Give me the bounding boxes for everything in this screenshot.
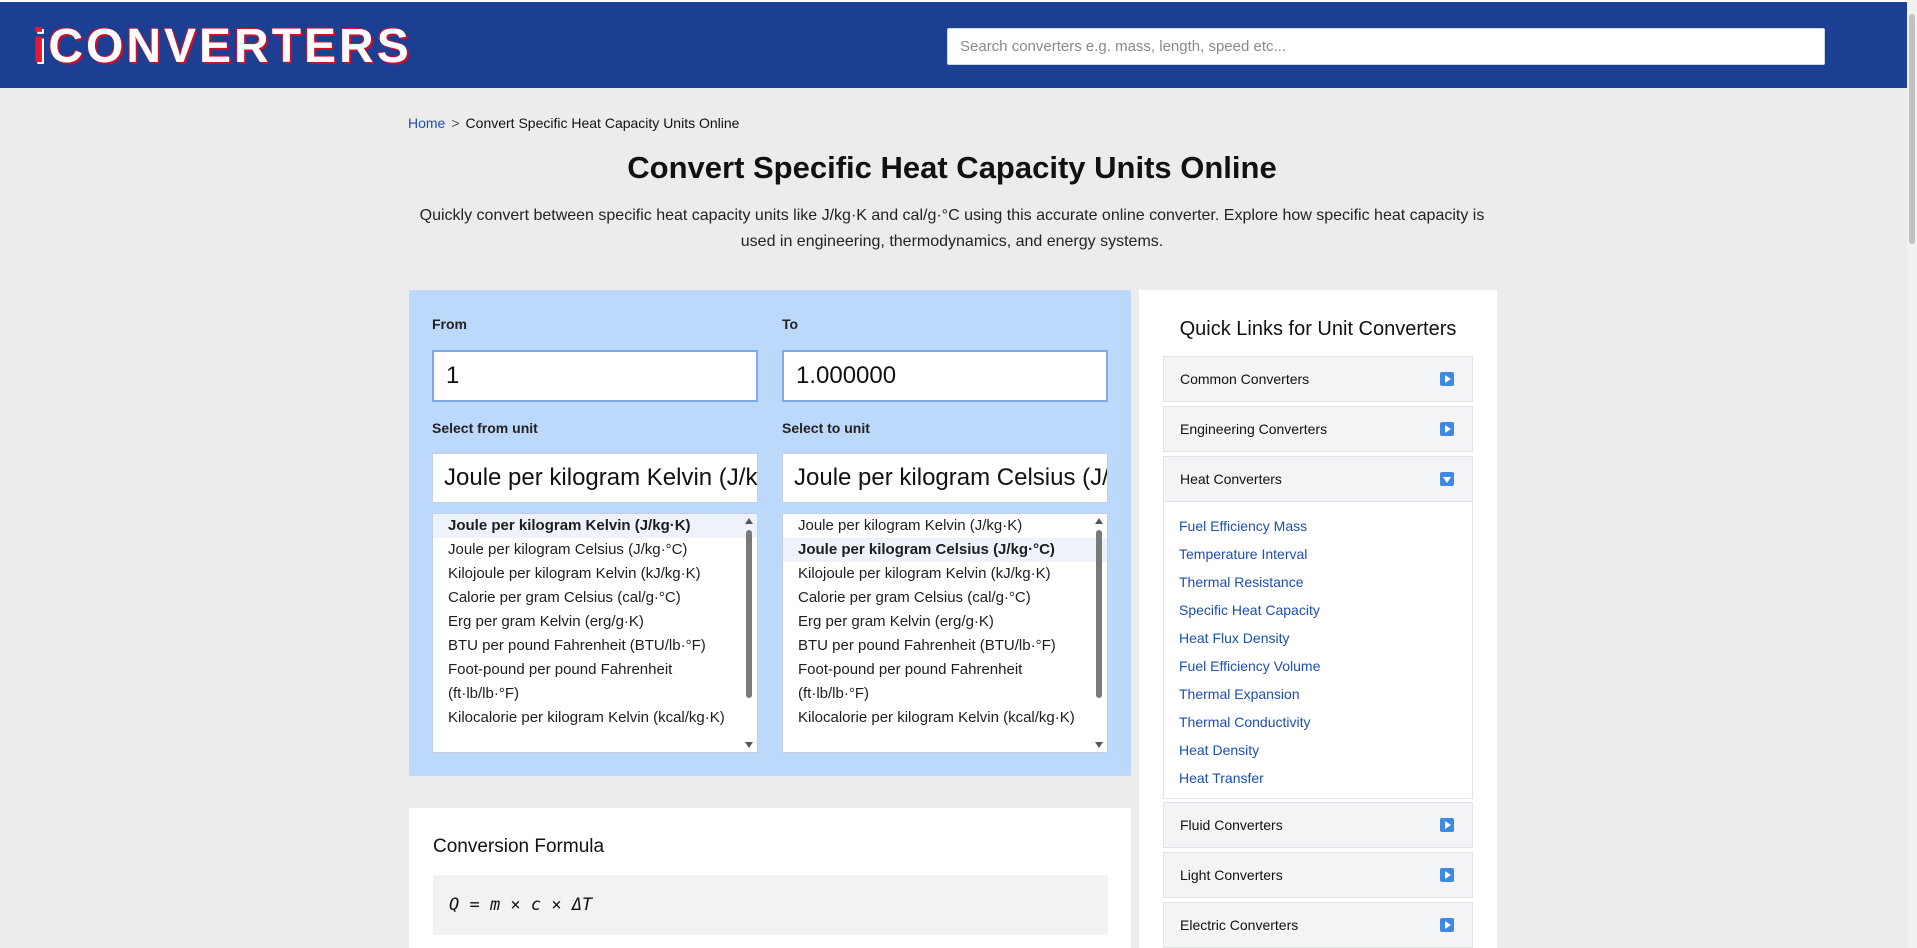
scroll-down-arrow-icon[interactable] <box>745 742 753 748</box>
to-list-scrollbar[interactable] <box>1093 516 1105 750</box>
from-list-scrollbar[interactable] <box>743 516 755 750</box>
expand-down-arrow-icon[interactable] <box>1440 472 1454 486</box>
to-unit-option[interactable]: Joule per kilogram Kelvin (J/kg·K) <box>783 514 1107 538</box>
scroll-up-arrow-icon[interactable] <box>1095 518 1103 524</box>
accordion-group: Fluid Converters <box>1163 802 1473 848</box>
page-scrollbar-thumb[interactable] <box>1909 14 1915 244</box>
accordion-group: Heat Converters Fuel Efficiency Mass Tempe… <box>1163 456 1473 799</box>
page-intro: Quickly convert between specific heat ca… <box>419 207 1485 250</box>
quick-link-thermal-resistance[interactable]: Thermal Resistance <box>1179 568 1472 596</box>
from-unit-option[interactable]: Joule per kilogram Kelvin (J/kg·K) <box>433 514 757 538</box>
accordion-header-electric-converters[interactable]: Electric Converters <box>1163 902 1473 948</box>
to-unit-option[interactable]: BTU per pound Fahrenheit (BTU/lb·°F) <box>783 634 1107 658</box>
breadcrumb-home-link[interactable]: Home <box>408 115 445 131</box>
from-unit-option[interactable]: Joule per kilogram Celsius (J/kg·°C) <box>433 538 757 562</box>
scroll-down-arrow-icon[interactable] <box>1095 742 1103 748</box>
to-unit-option[interactable]: Foot-pound per pound Fahrenheit (ft·lb/l… <box>783 658 1107 706</box>
accordion-header-label: Fluid Converters <box>1180 817 1283 833</box>
accordion-header-label: Engineering Converters <box>1180 421 1328 437</box>
site-logo[interactable]: i CONVERTERS <box>32 18 412 74</box>
from-unit-option[interactable]: BTU per pound Fahrenheit (BTU/lb·°F) <box>433 634 757 658</box>
logo-i-mark: i <box>32 20 49 73</box>
conversion-formula-card: Conversion Formula Q = m × c × ΔT <box>409 808 1131 948</box>
accordion-body: Fuel Efficiency Mass Temperature Interval… <box>1163 502 1473 799</box>
site-header: i CONVERTERS <box>0 0 1907 88</box>
from-unit-display[interactable]: Joule per kilogram Kelvin (J/kg·K) <box>432 453 758 503</box>
to-unit-display[interactable]: Joule per kilogram Celsius (J/kg·°C) <box>782 453 1108 503</box>
from-unit-option[interactable]: Kilojoule per kilogram Kelvin (kJ/kg·K) <box>433 562 757 586</box>
accordion-header-label: Light Converters <box>1180 867 1283 883</box>
expand-right-arrow-icon[interactable] <box>1440 818 1454 832</box>
breadcrumb-separator: > <box>451 115 460 131</box>
accordion-header-common-converters[interactable]: Common Converters <box>1163 356 1473 402</box>
from-unit-option[interactable]: Foot-pound per pound Fahrenheit (ft·lb/l… <box>433 658 757 706</box>
formula-heading: Conversion Formula <box>433 836 605 857</box>
accordion-header-heat-converters[interactable]: Heat Converters <box>1163 456 1473 502</box>
to-unit-option[interactable]: Erg per gram Kelvin (erg/g·K) <box>783 610 1107 634</box>
from-unit-option[interactable]: Calorie per gram Celsius (cal/g·°C) <box>433 586 757 610</box>
to-list-scroll-thumb[interactable] <box>1096 530 1102 698</box>
sidebar-title: Quick Links for Unit Converters <box>1179 318 1457 340</box>
quick-link-thermal-expansion[interactable]: Thermal Expansion <box>1179 680 1472 708</box>
select-from-label: Select from unit <box>432 420 538 436</box>
from-unit-listbox[interactable]: Joule per kilogram Kelvin (J/kg·K) Joule … <box>432 513 758 753</box>
quick-link-temperature-interval[interactable]: Temperature Interval <box>1179 540 1472 568</box>
quick-link-thermal-conductivity[interactable]: Thermal Conductivity <box>1179 708 1472 736</box>
accordion-header-engineering-converters[interactable]: Engineering Converters <box>1163 406 1473 452</box>
accordion-header-label: Electric Converters <box>1180 917 1299 933</box>
quick-link-fuel-efficiency-volume[interactable]: Fuel Efficiency Volume <box>1179 652 1472 680</box>
scroll-up-arrow-icon[interactable] <box>745 518 753 524</box>
accordion-header-label: Common Converters <box>1180 371 1310 387</box>
to-unit-option[interactable]: Joule per kilogram Celsius (J/kg·°C) <box>783 538 1107 562</box>
to-unit-listbox[interactable]: Joule per kilogram Kelvin (J/kg·K) Joule … <box>782 513 1108 753</box>
quick-link-heat-density[interactable]: Heat Density <box>1179 736 1472 764</box>
breadcrumb-current: Convert Specific Heat Capacity Units Onl… <box>465 115 740 131</box>
accordion-group: Light Converters <box>1163 852 1473 898</box>
from-unit-option[interactable]: Kilocalorie per kilogram Kelvin (kcal/kg… <box>433 706 757 730</box>
breadcrumb: Home > Convert Specific Heat Capacity Unit… <box>408 115 739 131</box>
from-list-scroll-thumb[interactable] <box>746 530 752 698</box>
expand-right-arrow-icon[interactable] <box>1440 868 1454 882</box>
quick-link-heat-transfer[interactable]: Heat Transfer <box>1179 764 1472 792</box>
accordion-group: Electric Converters <box>1163 902 1473 948</box>
accordion-group: Common Converters <box>1163 356 1473 402</box>
converter-panel: From Select from unit Joule per kilogram… <box>409 290 1131 776</box>
from-unit-option[interactable]: Erg per gram Kelvin (erg/g·K) <box>433 610 757 634</box>
accordion-header-light-converters[interactable]: Light Converters <box>1163 852 1473 898</box>
quick-link-heat-flux-density[interactable]: Heat Flux Density <box>1179 624 1472 652</box>
from-label: From <box>432 316 467 332</box>
expand-right-arrow-icon[interactable] <box>1440 372 1454 386</box>
to-unit-option[interactable]: Kilocalorie per kilogram Kelvin (kcal/kg… <box>783 706 1107 730</box>
accordion-header-label: Heat Converters <box>1180 471 1282 487</box>
quick-link-fuel-efficiency-mass[interactable]: Fuel Efficiency Mass <box>1179 512 1472 540</box>
accordion-header-fluid-converters[interactable]: Fluid Converters <box>1163 802 1473 848</box>
quick-link-specific-heat-capacity[interactable]: Specific Heat Capacity <box>1179 596 1472 624</box>
search-input[interactable] <box>947 28 1825 65</box>
logo-text: CONVERTERS <box>48 20 412 73</box>
from-value-input[interactable] <box>432 350 758 402</box>
select-to-label: Select to unit <box>782 420 870 436</box>
to-value-input[interactable] <box>782 350 1108 402</box>
expand-right-arrow-icon[interactable] <box>1440 918 1454 932</box>
to-label: To <box>782 316 799 332</box>
expand-right-arrow-icon[interactable] <box>1440 422 1454 436</box>
to-unit-option[interactable]: Calorie per gram Celsius (cal/g·°C) <box>783 586 1107 610</box>
formula-expression: Q = m × c × ΔT <box>433 875 1108 935</box>
accordion-group: Engineering Converters <box>1163 406 1473 452</box>
page-title: Convert Specific Heat Capacity Units Onl… <box>627 150 1277 185</box>
page-scrollbar[interactable] <box>1907 0 1917 948</box>
quick-links-sidebar: Quick Links for Unit Converters Common C… <box>1139 290 1497 948</box>
to-unit-option[interactable]: Kilojoule per kilogram Kelvin (kJ/kg·K) <box>783 562 1107 586</box>
